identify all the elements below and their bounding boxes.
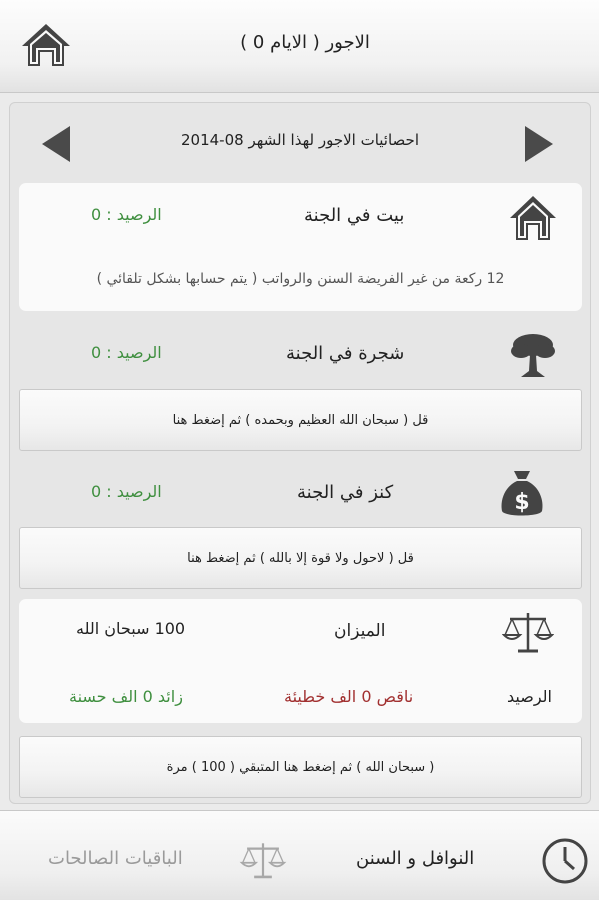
arrow-right-icon[interactable] [525, 126, 553, 162]
bottom-tab-bar: النوافل و السنن الباقيات الصالحات [0, 810, 599, 900]
scale-tasbeeh-button[interactable]: ( سبحان الله ) ثم إضغط هنا المتبقي ( 100… [19, 736, 582, 798]
house-description: 12 ركعة من غير الفريضة السنن والرواتب ( … [96, 271, 505, 287]
treasure-balance: الرصيد : 0 [91, 482, 162, 501]
scale-card: الميزان 100 سبحان الله الرصيد ناقص 0 الف… [19, 599, 582, 723]
scale-plus: زائد 0 الف حسنة [69, 687, 183, 706]
page-title: الاجور ( الايام 0 ) [240, 32, 370, 53]
scale-minus: ناقص 0 الف خطيئة [284, 687, 414, 706]
money-bag-icon: $ [501, 471, 543, 516]
treasure-title: كنز في الجنة [297, 482, 394, 503]
tree-balance: الرصيد : 0 [91, 343, 162, 362]
month-navigation: احصائيات الاجور لهذا الشهر 08-2014 [10, 103, 590, 183]
stats-panel: احصائيات الاجور لهذا الشهر 08-2014 بيت ف… [9, 102, 591, 804]
top-bar: الاجور ( الايام 0 ) [0, 0, 599, 93]
scale-title: الميزان [334, 621, 386, 641]
house-title: بيت في الجنة [304, 205, 405, 226]
house-balance: الرصيد : 0 [91, 205, 162, 224]
scale-count: 100 سبحان الله [76, 619, 186, 638]
home-icon[interactable] [20, 22, 72, 68]
tree-title: شجرة في الجنة [286, 343, 405, 364]
tab-sunnah[interactable]: النوافل و السنن [356, 848, 474, 869]
tree-icon [511, 334, 555, 377]
arrow-left-icon[interactable] [42, 126, 70, 162]
treasure-tasbeeh-button[interactable]: قل ( لاحول ولا قوة إلا بالله ) ثم إضغط ه… [19, 527, 582, 589]
house-card: بيت في الجنة الرصيد : 0 12 ركعة من غير ا… [19, 183, 582, 311]
tab-baqiyat[interactable]: الباقيات الصالحات [48, 848, 183, 869]
scale-icon [502, 613, 554, 653]
svg-text:$: $ [514, 490, 529, 515]
house-icon [510, 196, 556, 240]
scale-tab-icon[interactable] [238, 838, 288, 884]
month-label: احصائيات الاجور لهذا الشهر 08-2014 [180, 131, 419, 149]
scale-balance-label: الرصيد [507, 687, 552, 706]
tree-tasbeeh-button[interactable]: قل ( سبحان الله العظيم وبحمده ) ثم إضغط … [19, 389, 582, 451]
clock-icon[interactable] [540, 836, 590, 886]
